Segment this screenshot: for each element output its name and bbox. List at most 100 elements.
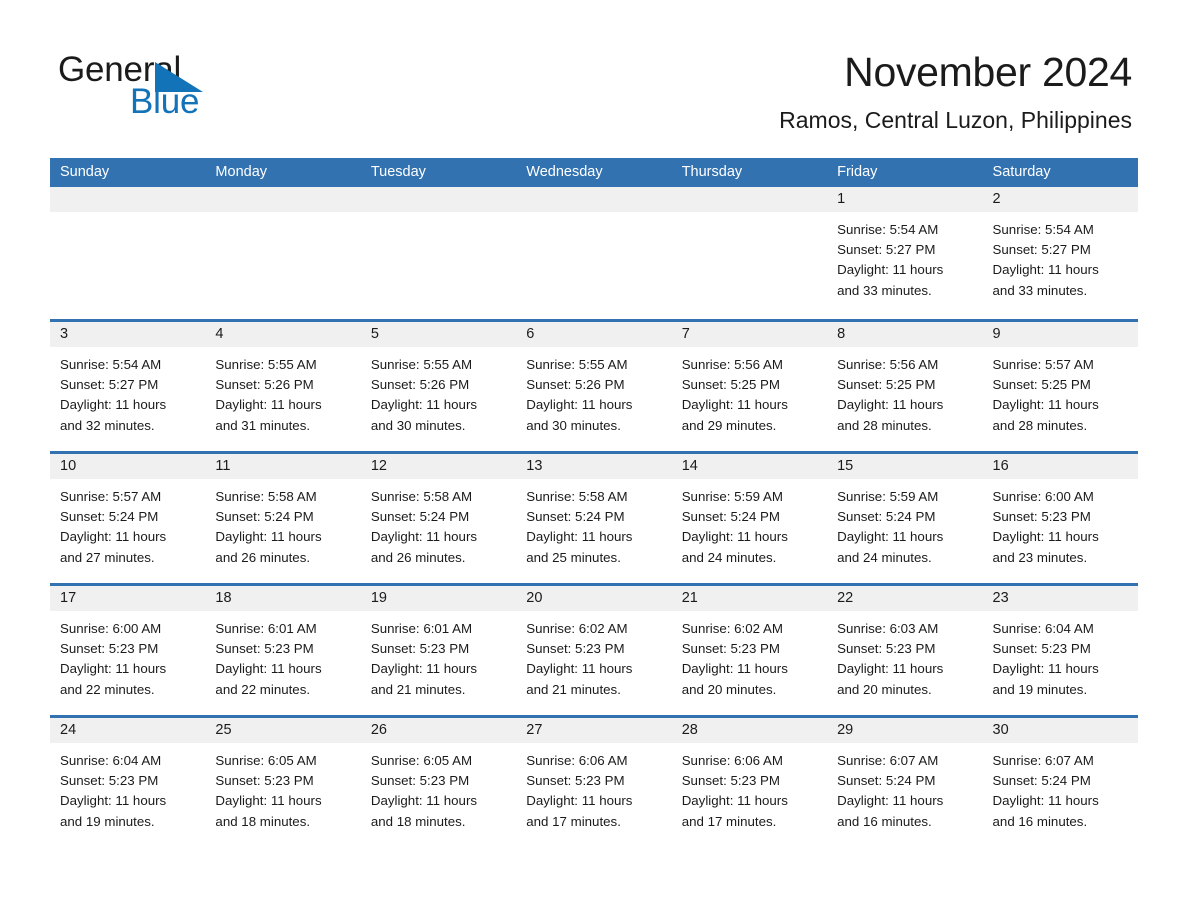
- day-details: Sunrise: 5:58 AM Sunset: 5:24 PM Daylight:…: [205, 479, 360, 568]
- sunset-text: Sunset: 5:24 PM: [837, 773, 936, 789]
- day-cell[interactable]: 27 Sunrise: 6:06 AM Sunset: 5:23 PM Dayligh…: [516, 718, 672, 847]
- daylight-text-line1: Daylight: 11 hours: [526, 661, 633, 677]
- sunset-text: Sunset: 5:24 PM: [526, 509, 625, 525]
- sunset-text: Sunset: 5:27 PM: [837, 242, 936, 258]
- day-number: 29: [827, 718, 983, 743]
- day-cell[interactable]: 18 Sunrise: 6:01 AM Sunset: 5:23 PM Dayligh…: [205, 586, 361, 715]
- sunrise-text: Sunrise: 5:56 AM: [681, 357, 783, 372]
- daylight-text-line1: Daylight: 11 hours: [681, 397, 788, 413]
- daylight-text-line2: and 26 minutes.: [215, 549, 311, 565]
- day-cell[interactable]: 4 Sunrise: 5:55 AM Sunset: 5:26 PM Daylight…: [205, 322, 361, 451]
- sunrise-text: Sunrise: 6:02 AM: [526, 621, 628, 636]
- day-number: 4: [205, 322, 361, 347]
- day-cell[interactable]: 16 Sunrise: 6:00 AM Sunset: 5:23 PM Dayligh…: [982, 454, 1138, 583]
- day-details: Sunrise: 5:54 AM Sunset: 5:27 PM Daylight:…: [983, 212, 1138, 301]
- day-cell[interactable]: 8 Sunrise: 5:56 AM Sunset: 5:25 PM Daylight…: [827, 322, 983, 451]
- day-cell[interactable]: 28 Sunrise: 6:06 AM Sunset: 5:23 PM Dayligh…: [671, 718, 828, 847]
- day-cell[interactable]: 13 Sunrise: 5:58 AM Sunset: 5:24 PM Dayligh…: [516, 454, 672, 583]
- week-row: 10 Sunrise: 5:57 AM Sunset: 5:24 PM Dayligh…: [50, 451, 1138, 583]
- day-details: Sunrise: 6:03 AM Sunset: 5:23 PM Daylight:…: [827, 611, 982, 700]
- day-cell[interactable]: 7 Sunrise: 5:56 AM Sunset: 5:25 PM Daylight…: [671, 322, 828, 451]
- day-number: 8: [827, 322, 983, 347]
- day-cell[interactable]: 6 Sunrise: 5:55 AM Sunset: 5:26 PM Daylight…: [516, 322, 672, 451]
- day-details: Sunrise: 6:06 AM Sunset: 5:23 PM Daylight:…: [672, 743, 827, 832]
- sunset-text: Sunset: 5:23 PM: [60, 641, 159, 657]
- sunrise-text: Sunrise: 6:05 AM: [370, 753, 473, 768]
- general-blue-logo[interactable]: General Blue: [58, 52, 358, 122]
- sunrise-text: Sunrise: 6:03 AM: [837, 621, 939, 636]
- daylight-text-line1: Daylight: 11 hours: [60, 397, 167, 413]
- day-cell[interactable]: 11 Sunrise: 5:58 AM Sunset: 5:24 PM Dayligh…: [205, 454, 361, 583]
- sunset-text: Sunset: 5:23 PM: [215, 773, 314, 789]
- page-header: General Blue November 2024 Ramos, Centra…: [0, 0, 1188, 133]
- day-number: 24: [50, 718, 206, 743]
- day-cell[interactable]: 15 Sunrise: 5:59 AM Sunset: 5:24 PM Dayligh…: [827, 454, 983, 583]
- day-cell[interactable]: 3 Sunrise: 5:54 AM Sunset: 5:27 PM Daylight…: [50, 322, 206, 451]
- day-cell[interactable]: 12 Sunrise: 5:58 AM Sunset: 5:24 PM Dayligh…: [360, 454, 517, 583]
- week-row: 17 Sunrise: 6:00 AM Sunset: 5:23 PM Dayligh…: [50, 583, 1138, 715]
- day-number: 21: [671, 586, 828, 611]
- sunrise-text: Sunrise: 5:54 AM: [60, 357, 162, 372]
- day-cell[interactable]: 1 Sunrise: 5:54 AM Sunset: 5:27 PM Daylight…: [827, 187, 983, 319]
- day-cell[interactable]: 9 Sunrise: 5:57 AM Sunset: 5:25 PM Daylight…: [982, 322, 1138, 451]
- day-details: Sunrise: 6:04 AM Sunset: 5:23 PM Daylight:…: [50, 743, 205, 832]
- daylight-text-line1: Daylight: 11 hours: [60, 793, 167, 809]
- day-cell[interactable]: 19 Sunrise: 6:01 AM Sunset: 5:23 PM Dayligh…: [360, 586, 517, 715]
- day-number: 23: [982, 586, 1138, 611]
- daylight-text-line2: and 22 minutes.: [215, 681, 311, 697]
- day-cell[interactable]: 23 Sunrise: 6:04 AM Sunset: 5:23 PM Dayligh…: [982, 586, 1138, 715]
- sunrise-text: Sunrise: 6:06 AM: [681, 753, 783, 768]
- day-cell[interactable]: 2 Sunrise: 5:54 AM Sunset: 5:27 PM Daylight…: [982, 187, 1138, 319]
- sunset-text: Sunset: 5:23 PM: [837, 641, 936, 657]
- day-cell[interactable]: 10 Sunrise: 5:57 AM Sunset: 5:24 PM Dayligh…: [50, 454, 206, 583]
- daylight-text-line1: Daylight: 11 hours: [837, 793, 944, 809]
- sunrise-text: Sunrise: 5:54 AM: [837, 222, 939, 237]
- sunset-text: Sunset: 5:24 PM: [215, 509, 314, 525]
- daylight-text-line2: and 30 minutes.: [370, 417, 466, 433]
- sunrise-text: Sunrise: 6:06 AM: [526, 753, 628, 768]
- day-cell[interactable]: 30 Sunrise: 6:07 AM Sunset: 5:24 PM Dayligh…: [982, 718, 1138, 847]
- daylight-text-line2: and 28 minutes.: [992, 417, 1088, 433]
- day-details: Sunrise: 5:56 AM Sunset: 5:25 PM Daylight:…: [672, 347, 827, 436]
- sunrise-text: Sunrise: 5:55 AM: [215, 357, 317, 372]
- sunrise-text: Sunrise: 6:00 AM: [60, 621, 162, 636]
- day-cell[interactable]: 29 Sunrise: 6:07 AM Sunset: 5:24 PM Dayligh…: [827, 718, 983, 847]
- week-row: 24 Sunrise: 6:04 AM Sunset: 5:23 PM Dayligh…: [50, 715, 1138, 847]
- day-cell[interactable]: 24 Sunrise: 6:04 AM Sunset: 5:23 PM Dayligh…: [50, 718, 206, 847]
- weekday-header-sunday: Sunday: [60, 164, 110, 180]
- day-cell[interactable]: 25 Sunrise: 6:05 AM Sunset: 5:23 PM Dayligh…: [205, 718, 361, 847]
- day-cell[interactable]: 21 Sunrise: 6:02 AM Sunset: 5:23 PM Dayligh…: [671, 586, 828, 715]
- daylight-text-line2: and 30 minutes.: [526, 417, 621, 433]
- daylight-text-line1: Daylight: 11 hours: [681, 661, 788, 677]
- day-details: Sunrise: 5:57 AM Sunset: 5:25 PM Daylight:…: [983, 347, 1138, 436]
- sunrise-text: Sunrise: 5:55 AM: [370, 357, 473, 372]
- sunset-text: Sunset: 5:23 PM: [526, 641, 625, 657]
- daylight-text-line2: and 24 minutes.: [681, 549, 777, 565]
- day-number: 15: [827, 454, 983, 479]
- day-cell[interactable]: 20 Sunrise: 6:02 AM Sunset: 5:23 PM Dayligh…: [516, 586, 672, 715]
- sunrise-text: Sunrise: 6:07 AM: [837, 753, 939, 768]
- sunset-text: Sunset: 5:24 PM: [837, 509, 936, 525]
- day-number: 13: [516, 454, 672, 479]
- daylight-text-line2: and 28 minutes.: [837, 417, 932, 433]
- sunrise-text: Sunrise: 5:55 AM: [526, 357, 628, 372]
- day-cell[interactable]: 5 Sunrise: 5:55 AM Sunset: 5:26 PM Daylight…: [360, 322, 517, 451]
- sunrise-text: Sunrise: 5:58 AM: [215, 489, 317, 504]
- day-cell[interactable]: 14 Sunrise: 5:59 AM Sunset: 5:24 PM Dayligh…: [671, 454, 828, 583]
- daylight-text-line1: Daylight: 11 hours: [215, 793, 322, 809]
- daylight-text-line2: and 24 minutes.: [837, 549, 932, 565]
- sunrise-text: Sunrise: 6:00 AM: [992, 489, 1094, 504]
- sunrise-text: Sunrise: 6:01 AM: [370, 621, 473, 636]
- day-details: Sunrise: 5:55 AM Sunset: 5:26 PM Daylight:…: [205, 347, 360, 436]
- daylight-text-line1: Daylight: 11 hours: [215, 661, 322, 677]
- day-number: 6: [516, 322, 672, 347]
- week-row: 3 Sunrise: 5:54 AM Sunset: 5:27 PM Daylight…: [50, 319, 1138, 451]
- day-cell[interactable]: 22 Sunrise: 6:03 AM Sunset: 5:23 PM Dayligh…: [827, 586, 983, 715]
- day-details: Sunrise: 6:05 AM Sunset: 5:23 PM Daylight:…: [361, 743, 516, 832]
- day-cell[interactable]: 17 Sunrise: 6:00 AM Sunset: 5:23 PM Dayligh…: [50, 586, 206, 715]
- day-number: [50, 187, 206, 212]
- day-cell[interactable]: 26 Sunrise: 6:05 AM Sunset: 5:23 PM Dayligh…: [360, 718, 517, 847]
- daylight-text-line1: Daylight: 11 hours: [60, 529, 167, 545]
- daylight-text-line2: and 33 minutes.: [837, 282, 932, 298]
- daylight-text-line2: and 17 minutes.: [526, 813, 621, 829]
